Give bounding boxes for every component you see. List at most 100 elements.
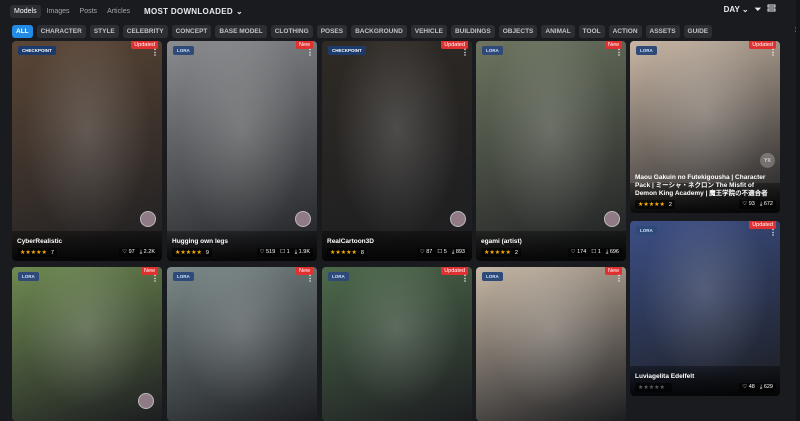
- more-options-icon[interactable]: ⋮: [306, 274, 314, 283]
- heart-icon: ♡: [419, 249, 425, 255]
- more-options-icon[interactable]: ⋮: [615, 48, 623, 57]
- creator-avatar[interactable]: [604, 211, 620, 227]
- model-card[interactable]: LORA New ⋮: [476, 267, 626, 421]
- model-stats: ♡ 519 ☐ 1 ⤓ 1.9K: [256, 248, 313, 257]
- heart-icon: ♡: [259, 249, 265, 255]
- tag-tool[interactable]: TOOL: [578, 24, 605, 38]
- rating-stars: ★★★★★: [635, 383, 672, 392]
- download-icon: ⤓: [759, 201, 763, 207]
- model-title[interactable]: RealCartoon3D: [327, 238, 374, 246]
- creator-avatar[interactable]: [140, 211, 156, 227]
- model-title[interactable]: egami (artist): [481, 238, 522, 246]
- model-stats: ♡ 48 ⤓ 629: [739, 383, 776, 392]
- tab-posts[interactable]: Posts: [76, 5, 102, 18]
- tag-action[interactable]: ACTION: [608, 24, 642, 38]
- tab-models[interactable]: Models: [10, 4, 41, 18]
- model-type-badge: LORA: [482, 46, 503, 55]
- content-type-tabs: Models Images Posts Articles: [10, 4, 134, 18]
- model-card[interactable]: LORA Updated ⋮ Maou Gakuin no Futekigous…: [630, 41, 780, 213]
- heart-icon: ♡: [122, 249, 128, 255]
- downloads-stat: ⤓ 1.9K: [295, 249, 310, 256]
- model-preview-image[interactable]: [167, 41, 317, 261]
- layout-toggle-button[interactable]: [767, 4, 776, 15]
- tag-buildings[interactable]: BUILDINGS: [450, 24, 495, 38]
- more-options-icon[interactable]: ⋮: [769, 48, 777, 57]
- tag-assets[interactable]: ASSETS: [645, 24, 680, 38]
- download-icon: ⤓: [759, 384, 763, 390]
- model-preview-image[interactable]: [322, 267, 472, 421]
- likes-count: 93: [748, 201, 755, 207]
- scrollbar[interactable]: [796, 0, 800, 421]
- more-options-icon[interactable]: ⋮: [461, 274, 469, 283]
- filter-button[interactable]: ⏷: [755, 5, 761, 15]
- rating-stars: ★★★★★ 2: [635, 200, 675, 209]
- likes-count: 174: [577, 249, 587, 255]
- download-icon: ⤓: [294, 249, 298, 255]
- more-options-icon[interactable]: ⋮: [306, 48, 314, 57]
- tag-objects[interactable]: OBJECTS: [498, 24, 538, 38]
- tag-concept[interactable]: CONCEPT: [171, 24, 212, 38]
- likes-count: 97: [128, 249, 135, 255]
- likes-count: 519: [265, 249, 276, 255]
- model-card[interactable]: LORA Updated ⋮ Luviagelita Edelfelt ★★★★…: [630, 221, 780, 396]
- tag-base-model[interactable]: BASE MODEL: [215, 24, 267, 38]
- tag-poses[interactable]: POSES: [316, 24, 348, 38]
- model-preview-image[interactable]: [322, 41, 472, 261]
- comments-count: 5: [443, 249, 447, 255]
- tab-images[interactable]: Images: [43, 5, 74, 18]
- tag-background[interactable]: BACKGROUND: [351, 24, 407, 38]
- tag-character[interactable]: CHARACTER: [36, 24, 86, 38]
- model-title[interactable]: Maou Gakuin no Futekigousha | Character …: [635, 174, 775, 198]
- rating-count: 8: [360, 249, 364, 256]
- downloads-count: 893: [455, 249, 465, 255]
- tag-animal[interactable]: ANIMAL: [541, 24, 575, 38]
- period-dropdown[interactable]: DAY ⌄: [724, 5, 749, 14]
- filter-icon: ⏷: [754, 4, 761, 14]
- model-preview-image[interactable]: [476, 267, 626, 421]
- downloads-count: 672: [763, 201, 773, 207]
- model-preview-image[interactable]: [12, 41, 162, 261]
- model-preview-image[interactable]: [167, 267, 317, 421]
- model-title[interactable]: Luviagelita Edelfelt: [635, 373, 694, 381]
- creator-avatar[interactable]: [295, 211, 311, 227]
- creator-avatar[interactable]: [138, 393, 154, 409]
- model-title[interactable]: CyberRealistic: [17, 238, 62, 246]
- creator-avatar[interactable]: YX: [760, 153, 775, 168]
- more-options-icon[interactable]: ⋮: [461, 48, 469, 57]
- rating-stars: ★★★★★ 8: [327, 248, 367, 257]
- more-options-icon[interactable]: ⋮: [769, 228, 777, 237]
- rating-count: 2: [514, 249, 518, 256]
- model-preview-image[interactable]: [476, 41, 626, 261]
- download-icon: ⤓: [605, 249, 609, 255]
- more-options-icon[interactable]: ⋮: [151, 274, 159, 283]
- chevron-down-icon: ⌄: [741, 5, 749, 14]
- model-card[interactable]: CHECKPOINT Updated ⋮ RealCartoon3D ★★★★★…: [322, 41, 472, 261]
- model-title[interactable]: Hugging own legs: [172, 238, 228, 246]
- tag-clothing[interactable]: CLOTHING: [270, 24, 313, 38]
- comments-stat: ☐ 5: [437, 249, 447, 256]
- tab-articles[interactable]: Articles: [103, 5, 134, 18]
- more-options-icon[interactable]: ⋮: [151, 48, 159, 57]
- model-card[interactable]: CHECKPOINT Updated ⋮ CyberRealistic ★★★★…: [12, 41, 162, 261]
- tag-celebrity[interactable]: CELEBRITY: [122, 24, 168, 38]
- model-card[interactable]: LORA New ⋮: [167, 267, 317, 421]
- model-card[interactable]: LORA Updated ⋮: [322, 267, 472, 421]
- model-type-badge: CHECKPOINT: [18, 46, 56, 55]
- tag-style[interactable]: STYLE: [89, 24, 119, 38]
- model-type-badge: LORA: [636, 226, 657, 235]
- likes-stat: ♡ 87: [420, 249, 433, 256]
- tag-vehicle[interactable]: VEHICLE: [410, 24, 447, 38]
- model-type-badge: LORA: [482, 272, 503, 281]
- downloads-stat: ⤓ 672: [760, 201, 773, 208]
- model-card[interactable]: LORA New ⋮ Hugging own legs ★★★★★ 9 ♡ 519…: [167, 41, 317, 261]
- model-card[interactable]: LORA New ⋮ egami (artist) ★★★★★ 2 ♡ 174 ☐…: [476, 41, 626, 261]
- tag-guide[interactable]: GUIDE: [683, 24, 713, 38]
- sort-dropdown[interactable]: MOST DOWNLOADED ⌄: [144, 7, 243, 16]
- downloads-stat: ⤓ 893: [452, 249, 465, 256]
- more-options-icon[interactable]: ⋮: [615, 274, 623, 283]
- tag-all[interactable]: ALL: [12, 24, 33, 38]
- creator-avatar[interactable]: [450, 211, 466, 227]
- likes-stat: ♡ 48: [742, 384, 755, 391]
- rating-stars: ★★★★★ 7: [17, 248, 57, 257]
- period-label: DAY: [723, 5, 740, 14]
